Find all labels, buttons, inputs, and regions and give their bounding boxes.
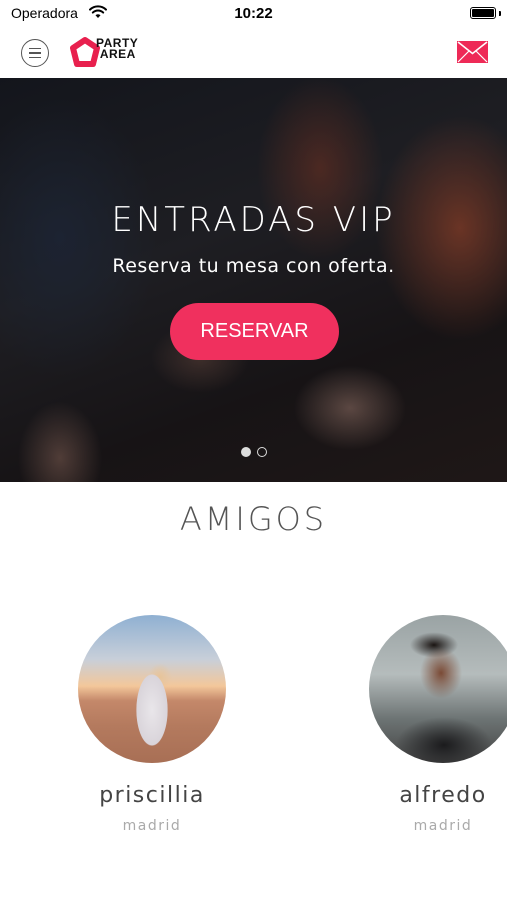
hamburger-menu-icon[interactable] <box>21 39 49 67</box>
battery-cap <box>499 11 501 16</box>
reserve-button[interactable]: RESERVAR <box>170 303 339 360</box>
friend-card[interactable]: priscillia madrid <box>77 615 227 834</box>
clock: 10:22 <box>234 5 273 22</box>
envelope-icon[interactable] <box>457 41 488 63</box>
friend-name: alfredo <box>399 783 487 808</box>
avatar[interactable] <box>369 615 507 763</box>
carousel-pagination <box>241 447 267 457</box>
hero-banner[interactable]: ENTRADAS VIP Reserva tu mesa con oferta.… <box>0 78 507 482</box>
carousel-dot-active[interactable] <box>241 447 251 457</box>
friend-card[interactable]: alfredo madrid <box>368 615 507 834</box>
friend-city: madrid <box>122 818 182 834</box>
hero-subtitle: Reserva tu mesa con oferta. <box>112 255 395 277</box>
party-area-logo[interactable]: PARTY AREA <box>70 36 150 72</box>
carousel-dot[interactable] <box>257 447 267 457</box>
app-header: PARTY AREA <box>0 28 507 78</box>
friends-section-title: AMIGOS <box>179 500 328 538</box>
avatar[interactable] <box>78 615 226 763</box>
friend-city: madrid <box>413 818 473 834</box>
battery-icon <box>470 7 496 19</box>
hero-title: ENTRADAS VIP <box>111 200 396 240</box>
hero-overlay <box>0 78 507 482</box>
friend-name: priscillia <box>99 783 205 808</box>
status-bar: Operadora 10:22 <box>0 0 507 28</box>
logo-text: PARTY AREA <box>96 36 139 61</box>
